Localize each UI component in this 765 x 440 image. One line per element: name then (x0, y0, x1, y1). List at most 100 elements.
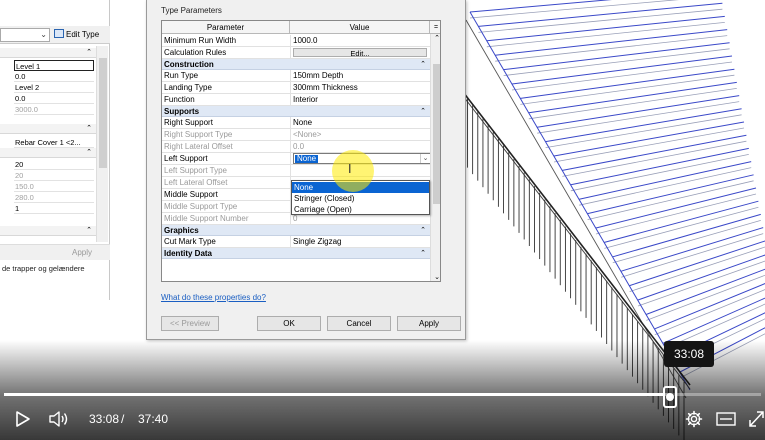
parameter-row[interactable]: Run Type 150mm Depth (162, 70, 430, 82)
collapse-icon[interactable]: ⌃ (420, 248, 426, 259)
theater-mode-icon[interactable] (716, 412, 736, 426)
preview-button[interactable]: << Preview (161, 316, 219, 331)
property-value-field[interactable]: 150.0 (14, 181, 94, 192)
parameter-value[interactable]: None (293, 117, 428, 128)
apply-button[interactable]: Apply (397, 316, 461, 331)
edit-type-button[interactable]: Edit Type (54, 28, 99, 42)
dropdown-option[interactable]: Stringer (Closed) (292, 193, 429, 204)
parameter-value[interactable]: Single Zigzag (293, 236, 428, 247)
property-value-field[interactable]: 3000.0 (14, 104, 94, 115)
parameter-row[interactable]: Landing Type 300mm Thickness (162, 82, 430, 94)
type-properties-dialog: Type Parameters Parameter Value = Minimu… (146, 0, 466, 340)
scrubber-handle[interactable] (663, 386, 678, 408)
cancel-button[interactable]: Cancel (327, 316, 391, 331)
category-header[interactable]: Construction ⌃ (162, 59, 430, 70)
parameter-name: Left Support Type (164, 166, 228, 175)
stair-tread-edge (528, 81, 737, 114)
ok-button[interactable]: OK (257, 316, 321, 331)
property-value-field[interactable]: Rebar Cover 1 <2... (14, 137, 94, 148)
volume-icon[interactable] (48, 409, 70, 429)
parameter-name: Middle Support (164, 190, 218, 199)
property-value-field[interactable]: Level 1 (14, 60, 94, 71)
parameter-row[interactable]: Left Support Type (162, 165, 430, 177)
category-label: Construction (164, 60, 214, 69)
properties-apply-button[interactable]: Apply (62, 247, 102, 259)
type-parameters-label: Type Parameters (161, 6, 222, 15)
stair-tread-edge (545, 108, 742, 143)
property-value-field[interactable]: 280.0 (14, 192, 94, 203)
category-label: Identity Data (164, 249, 213, 258)
dropdown-option[interactable]: Carriage (Open) (292, 204, 429, 215)
fullscreen-icon[interactable] (748, 410, 765, 428)
parameter-name: Middle Support Number (164, 214, 249, 223)
seek-time-tooltip: 33:08 (664, 341, 714, 367)
help-link[interactable]: What do these properties do? (161, 293, 266, 302)
parameter-grid: Parameter Value = Minimum Run Width 1000.… (161, 20, 441, 282)
formula-column-header: = (433, 24, 439, 31)
parameter-value[interactable]: 1000.0 (293, 35, 428, 46)
property-value-field[interactable]: 0.0 (14, 93, 94, 104)
category-header[interactable]: Graphics ⌃ (162, 225, 430, 236)
parameter-row[interactable]: Right Support None (162, 117, 430, 129)
cursor-highlight (332, 150, 374, 192)
parameter-row[interactable]: Calculation Rules Edit... (162, 47, 430, 59)
parameter-row[interactable]: Right Lateral Offset 0.0 (162, 141, 430, 153)
type-selector-bar: ⌄ Edit Type (0, 26, 110, 44)
stair-tread-edge (537, 95, 740, 128)
parameter-value[interactable]: 0.0 (293, 141, 428, 152)
parameter-value[interactable]: 300mm Thickness (293, 82, 428, 93)
property-value-field[interactable]: 20 (14, 170, 94, 181)
stringer-line (469, 11, 691, 391)
collapse-icon: ⌃ (86, 125, 92, 132)
instance-type-dropdown[interactable]: ⌄ (0, 28, 50, 42)
properties-scrollbar[interactable] (96, 46, 108, 242)
parameter-name: Right Support (164, 118, 213, 127)
parameter-row[interactable]: Minimum Run Width 1000.0 (162, 35, 430, 47)
category-label: Supports (164, 107, 200, 116)
scroll-down-icon[interactable]: ⌄ (431, 273, 440, 281)
column-divider (290, 47, 291, 59)
gear-icon[interactable] (685, 410, 703, 428)
collapse-icon[interactable]: ⌃ (420, 225, 426, 236)
properties-help-link[interactable]: de trapper og gelændere (2, 264, 110, 273)
stair-riser-edge (520, 74, 735, 105)
stair-tread-edge (520, 68, 735, 99)
current-time: 33:08 (89, 412, 120, 426)
property-group-header[interactable]: ⌃ (0, 226, 96, 236)
property-value-field[interactable]: 0.0 (14, 71, 94, 82)
parameter-row[interactable]: Cut Mark Type Single Zigzag (162, 236, 430, 248)
property-value-field[interactable]: 1 (14, 203, 94, 214)
parameter-row[interactable]: Left Support None ⌄ (162, 153, 431, 165)
property-group-header[interactable]: ⌃ (0, 148, 96, 158)
properties-apply-bar: Apply (0, 244, 110, 260)
property-value-field[interactable]: 20 (14, 159, 94, 170)
column-divider (290, 165, 291, 177)
property-group-header[interactable]: ⌃ (0, 48, 96, 58)
category-header[interactable]: Supports ⌃ (162, 106, 430, 117)
category-header[interactable]: Identity Data ⌃ (162, 248, 430, 259)
grid-scrollbar[interactable]: ⌃ ⌄ (430, 34, 440, 281)
parameter-name: Landing Type (164, 83, 212, 92)
scroll-up-icon[interactable]: ⌃ (431, 34, 440, 44)
parameter-value[interactable]: 150mm Depth (293, 70, 428, 81)
handrail-top (445, 69, 691, 386)
edit-calculation-rules-button[interactable]: Edit... (293, 48, 427, 57)
progress-bar[interactable] (4, 393, 761, 396)
collapse-icon[interactable]: ⌃ (420, 59, 426, 70)
parameter-value[interactable]: <None> (293, 129, 428, 140)
property-group-header[interactable]: ⌃ (0, 124, 96, 134)
collapse-icon[interactable]: ⌃ (420, 106, 426, 117)
scroll-thumb[interactable] (433, 64, 440, 204)
parameter-value[interactable]: Interior (293, 94, 428, 105)
column-divider (290, 94, 291, 106)
property-value-field[interactable]: Level 2 (14, 82, 94, 93)
play-icon[interactable] (14, 410, 32, 428)
scroll-thumb[interactable] (99, 58, 107, 168)
grid-header: Parameter Value = (162, 21, 440, 34)
column-divider (290, 129, 291, 141)
parameter-row[interactable]: Function Interior (162, 94, 430, 106)
parameter-row[interactable]: Right Support Type <None> (162, 129, 430, 141)
progress-played (4, 393, 671, 396)
chevron-down-icon[interactable]: ⌄ (420, 154, 430, 163)
stair-riser-edge (587, 180, 754, 220)
